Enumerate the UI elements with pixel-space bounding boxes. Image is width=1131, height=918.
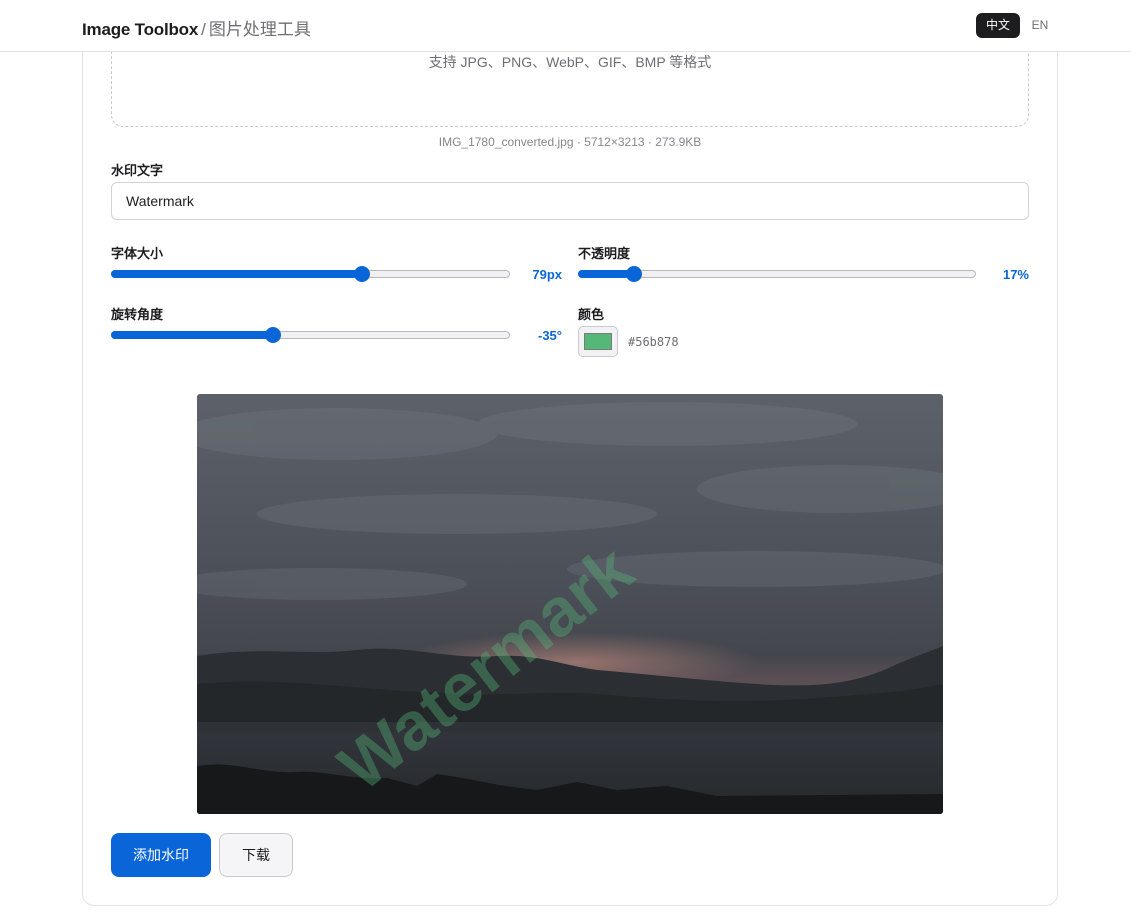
color-hex-value: #56b878 [628,335,679,349]
supported-formats-hint: 支持 JPG、PNG、WebP、GIF、BMP 等格式 [428,54,712,70]
slider-fill [111,270,363,278]
slider-thumb[interactable] [625,266,642,282]
watermark-text-label: 水印文字 [111,163,164,178]
slider-fill [111,331,273,339]
opacity-label: 不透明度 [578,246,631,261]
language-en-button[interactable]: EN [1026,13,1054,38]
opacity-value: 17% [1002,267,1029,282]
opacity-slider[interactable] [578,266,976,282]
font-size-value: 79px [532,267,562,282]
preview-photo: Watermark [197,394,943,814]
color-label: 颜色 [578,307,605,322]
app-brand[interactable]: Image Toolbox / 图片处理工具 [82,15,311,40]
top-header: Image Toolbox / 图片处理工具 中文 EN [0,0,1131,52]
rotation-label: 旋转角度 [111,307,164,322]
app-title: Image Toolbox [82,20,199,39]
app-subtitle: 图片处理工具 [208,20,311,39]
language-zh-button[interactable]: 中文 [976,13,1020,38]
watermark-text-input[interactable] [111,182,1029,220]
slider-thumb[interactable] [354,266,371,282]
rotation-value: -35° [538,328,562,343]
color-picker[interactable] [578,326,618,357]
file-info: IMG_1780_converted.jpg · 5712×3213 · 273… [438,135,702,149]
watermark-preview: Watermark [197,394,943,814]
slider-thumb[interactable] [264,327,281,343]
add-watermark-button[interactable]: 添加水印 [111,833,211,877]
rotation-slider[interactable] [111,327,510,343]
brand-separator: / [201,20,206,39]
download-button[interactable]: 下载 [219,833,293,877]
font-size-slider[interactable] [111,266,510,282]
font-size-label: 字体大小 [111,246,164,261]
color-chip [584,333,612,350]
